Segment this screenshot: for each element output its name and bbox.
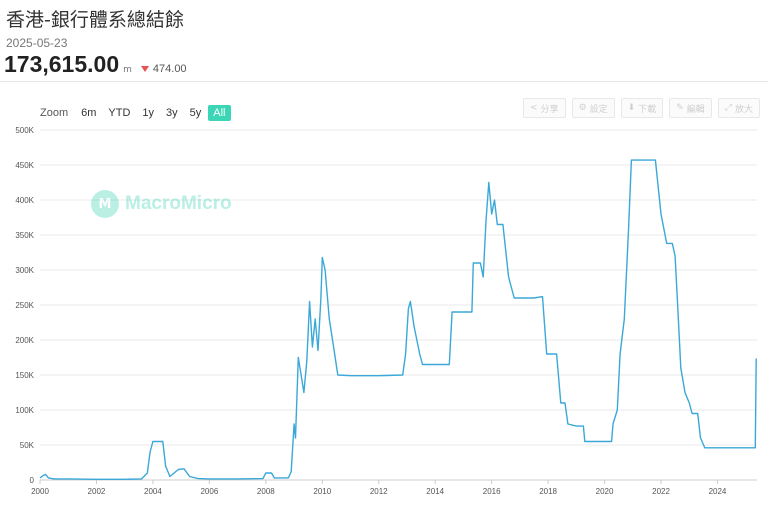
x-tick-label: 2014: [426, 487, 444, 496]
x-tick-label: 2022: [652, 487, 670, 496]
x-tick-label: 2024: [709, 487, 727, 496]
y-tick-label: 400K: [15, 196, 34, 205]
watermark: M MacroMicro: [91, 190, 232, 218]
x-tick-label: 2010: [313, 487, 331, 496]
x-tick-label: 2008: [257, 487, 275, 496]
x-tick-label: 2018: [539, 487, 557, 496]
y-tick-label: 50K: [20, 441, 35, 450]
y-tick-label: 500K: [15, 126, 34, 135]
line-chart: 0 50K 100K 150K 200K 250K 300K 350K 400K 450K 500K…: [15, 126, 757, 496]
x-tick-label: 2000: [31, 487, 49, 496]
y-tick-label: 150K: [15, 371, 34, 380]
y-tick-label: 100K: [15, 406, 34, 415]
y-tick-label: 300K: [15, 266, 34, 275]
x-tick-label: 2016: [483, 487, 501, 496]
macromicro-logo-icon: M: [91, 190, 119, 218]
x-tick-label: 2002: [88, 487, 106, 496]
y-tick-label: 350K: [15, 231, 34, 240]
x-tick-label: 2012: [370, 487, 388, 496]
y-tick-label: 200K: [15, 336, 34, 345]
y-tick-label: 250K: [15, 301, 34, 310]
y-tick-label: 450K: [15, 161, 34, 170]
watermark-text: MacroMicro: [125, 193, 232, 214]
x-tick-label: 2004: [144, 487, 162, 496]
y-tick-label: 0: [30, 476, 35, 485]
x-tick-label: 2020: [596, 487, 614, 496]
x-tick-label: 2006: [200, 487, 218, 496]
